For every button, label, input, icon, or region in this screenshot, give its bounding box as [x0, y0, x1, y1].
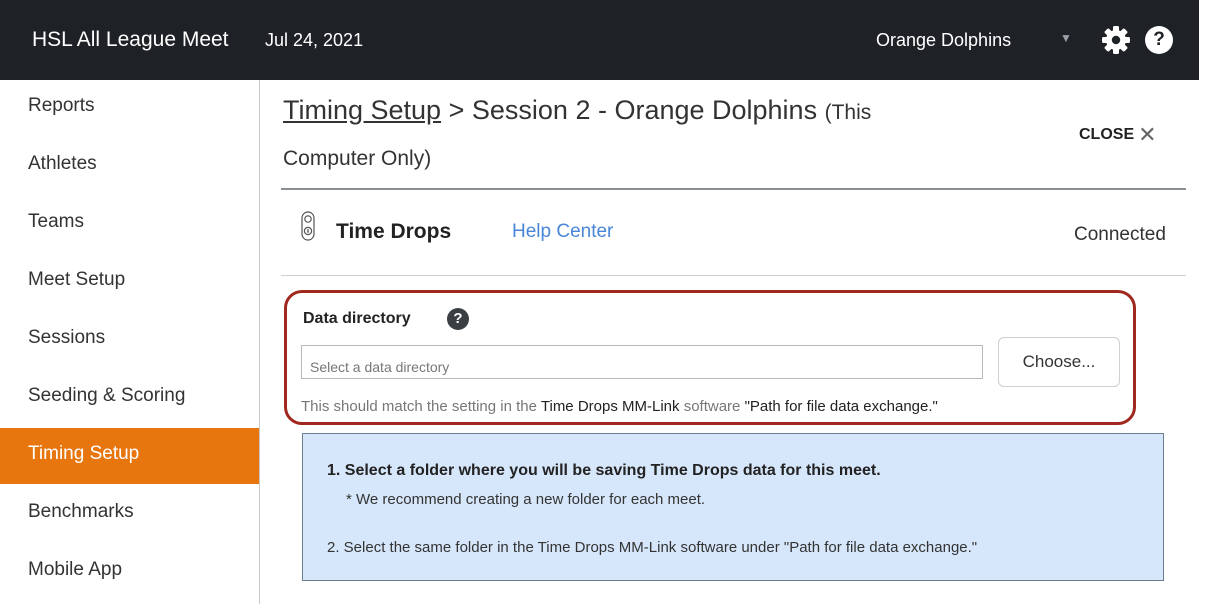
sidebar: Reports Athletes Teams Meet Setup Sessio… [0, 80, 260, 604]
team-selector[interactable]: Orange Dolphins [876, 30, 1011, 51]
sidebar-item-athletes[interactable]: Athletes [0, 138, 259, 194]
sidebar-item-label: Mobile App [28, 559, 123, 580]
meet-name: HSL All League Meet [32, 28, 229, 51]
scope-label-continued: Computer Only) [283, 147, 432, 170]
close-button[interactable]: CLOSE ✕ [1079, 119, 1157, 147]
sidebar-item-benchmarks[interactable]: Benchmarks [0, 486, 259, 542]
sidebar-item-sessions[interactable]: Sessions [0, 312, 259, 368]
page-title: Timing Setup > Session 2 - Orange Dolphi… [283, 95, 871, 126]
data-directory-hint: This should match the setting in the Tim… [301, 398, 938, 415]
sidebar-item-mobile-app[interactable]: Mobile App [0, 544, 259, 600]
sidebar-item-label: Athletes [28, 153, 97, 174]
sidebar-item-label: Seeding & Scoring [28, 385, 186, 406]
instruction-step-2: 2. Select the same folder in the Time Dr… [327, 539, 978, 556]
section-divider [281, 275, 1186, 276]
sidebar-item-teams[interactable]: Teams [0, 196, 259, 252]
breadcrumb-separator: > [448, 95, 465, 125]
scope-label: (This [824, 101, 872, 124]
connection-status: Connected [1074, 224, 1166, 245]
help-center-link[interactable]: Help Center [512, 221, 613, 243]
breadcrumb-timing-setup-link[interactable]: Timing Setup [283, 95, 441, 125]
choose-button[interactable]: Choose... [998, 337, 1120, 387]
hint-prefix: This should match the setting in the [301, 398, 537, 415]
data-directory-input[interactable] [301, 345, 983, 379]
sidebar-item-label: Reports [28, 95, 95, 116]
help-icon[interactable]: ? [1145, 26, 1173, 54]
sidebar-item-meet-setup[interactable]: Meet Setup [0, 254, 259, 310]
gear-icon[interactable] [1100, 24, 1132, 56]
caret-down-icon[interactable]: ▼ [1060, 31, 1072, 45]
sidebar-item-label: Timing Setup [28, 443, 140, 464]
device-name: Time Drops [336, 220, 452, 243]
top-bar: HSL All League Meet Jul 24, 2021 Orange … [0, 0, 1199, 80]
hint-setting-name: "Path for file data exchange." [744, 398, 938, 415]
close-icon: ✕ [1138, 122, 1157, 147]
meet-date: Jul 24, 2021 [265, 30, 364, 50]
sidebar-item-label: Teams [28, 211, 84, 232]
time-drops-device-icon [301, 211, 315, 241]
sidebar-item-reports[interactable]: Reports [0, 80, 259, 136]
sidebar-item-label: Meet Setup [28, 269, 126, 290]
sidebar-item-label: Sessions [28, 327, 106, 348]
sidebar-item-timing-setup[interactable]: Timing Setup [0, 428, 259, 484]
data-directory-label: Data directory [303, 310, 411, 327]
hint-software-name: Time Drops MM-Link [540, 398, 680, 415]
sidebar-item-seeding-scoring[interactable]: Seeding & Scoring [0, 370, 259, 426]
hint-middle: software [683, 398, 741, 415]
instruction-step-1: 1. Select a folder where you will be sav… [327, 462, 881, 479]
close-label: CLOSE [1079, 126, 1135, 143]
session-title: Session 2 - Orange Dolphins [471, 95, 818, 125]
header-divider [281, 188, 1186, 190]
instruction-note: * We recommend creating a new folder for… [346, 491, 706, 508]
sidebar-item-label: Benchmarks [28, 501, 134, 522]
data-directory-help-icon[interactable]: ? [447, 308, 469, 330]
